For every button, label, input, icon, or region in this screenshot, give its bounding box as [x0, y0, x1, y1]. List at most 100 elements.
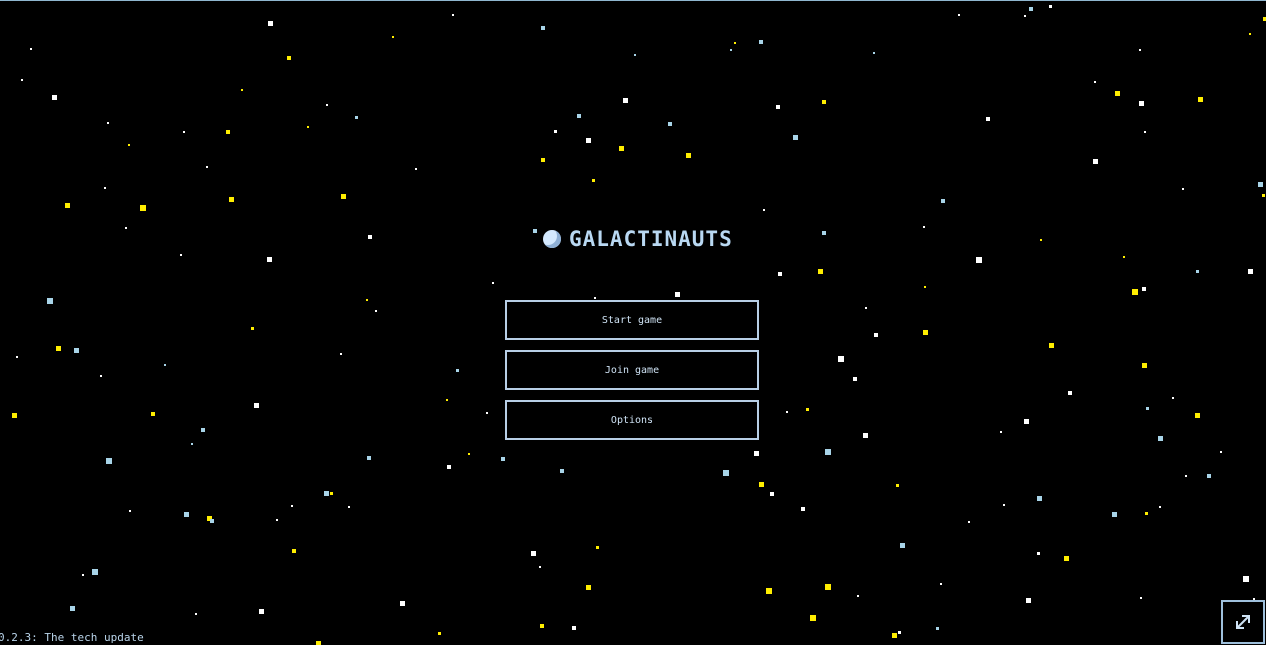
star: [923, 330, 928, 335]
start-game-button[interactable]: Start game: [505, 300, 759, 340]
star: [1146, 407, 1149, 410]
star: [241, 89, 243, 91]
star: [592, 179, 595, 182]
star: [1142, 287, 1146, 291]
star: [368, 235, 372, 239]
star: [572, 626, 576, 630]
star: [92, 569, 98, 575]
star: [1068, 391, 1072, 395]
star: [594, 297, 596, 299]
star: [1144, 131, 1146, 133]
star: [330, 492, 333, 495]
star: [822, 231, 826, 235]
star: [1132, 289, 1138, 295]
star: [1249, 33, 1251, 35]
star: [486, 412, 488, 414]
star: [541, 158, 545, 162]
star: [958, 14, 960, 16]
star: [810, 615, 816, 621]
fullscreen-button[interactable]: [1221, 600, 1265, 644]
star: [415, 168, 417, 170]
star: [21, 79, 23, 81]
star: [1024, 15, 1026, 17]
star: [1182, 188, 1184, 190]
star: [1248, 269, 1253, 274]
star: [251, 327, 254, 330]
star: [183, 131, 185, 133]
star: [74, 348, 79, 353]
star: [825, 584, 831, 590]
star: [1185, 475, 1187, 477]
star: [438, 632, 441, 635]
star: [16, 356, 18, 358]
star: [191, 443, 193, 445]
star: [1196, 270, 1199, 273]
star: [1049, 343, 1054, 348]
star: [825, 449, 831, 455]
star: [125, 227, 127, 229]
star: [400, 601, 405, 606]
star: [539, 566, 541, 568]
star: [586, 585, 591, 590]
star: [786, 411, 788, 413]
star: [619, 146, 624, 151]
star: [863, 433, 868, 438]
star: [1159, 506, 1161, 508]
star: [367, 456, 371, 460]
star: [541, 26, 545, 30]
star: [366, 299, 368, 301]
star: [259, 609, 264, 614]
star: [107, 122, 109, 124]
star: [70, 606, 75, 611]
star: [560, 469, 564, 473]
star: [206, 166, 208, 168]
star: [1115, 91, 1120, 96]
star: [1094, 81, 1096, 83]
star: [940, 583, 942, 585]
options-button[interactable]: Options: [505, 400, 759, 440]
star: [634, 54, 636, 56]
star: [276, 519, 278, 521]
star: [324, 491, 329, 496]
star: [968, 521, 970, 523]
star: [375, 310, 377, 312]
star: [577, 114, 581, 118]
star: [65, 203, 70, 208]
star: [292, 549, 296, 553]
star: [340, 353, 342, 355]
star: [923, 226, 925, 228]
star: [128, 144, 130, 146]
star: [195, 613, 197, 615]
star: [668, 122, 672, 126]
star: [759, 40, 763, 44]
star: [1064, 556, 1069, 561]
star: [898, 631, 901, 634]
star: [1207, 474, 1211, 478]
star: [1040, 239, 1042, 241]
star: [1172, 397, 1174, 399]
star: [1158, 436, 1163, 441]
star: [853, 377, 857, 381]
star: [730, 49, 732, 51]
star: [754, 451, 759, 456]
star: [874, 333, 878, 337]
star: [896, 484, 899, 487]
star: [341, 194, 346, 199]
star: [501, 457, 505, 461]
star: [873, 52, 875, 54]
star: [104, 187, 106, 189]
star: [100, 375, 102, 377]
star: [675, 292, 680, 297]
star: [447, 465, 451, 469]
star: [47, 298, 53, 304]
star: [776, 105, 780, 109]
star: [1029, 7, 1033, 11]
star: [307, 126, 309, 128]
star: [82, 574, 84, 576]
star: [1262, 194, 1265, 197]
star: [857, 595, 859, 597]
star: [30, 48, 32, 50]
join-game-button[interactable]: Join game: [505, 350, 759, 390]
star: [936, 627, 939, 630]
star: [623, 98, 628, 103]
